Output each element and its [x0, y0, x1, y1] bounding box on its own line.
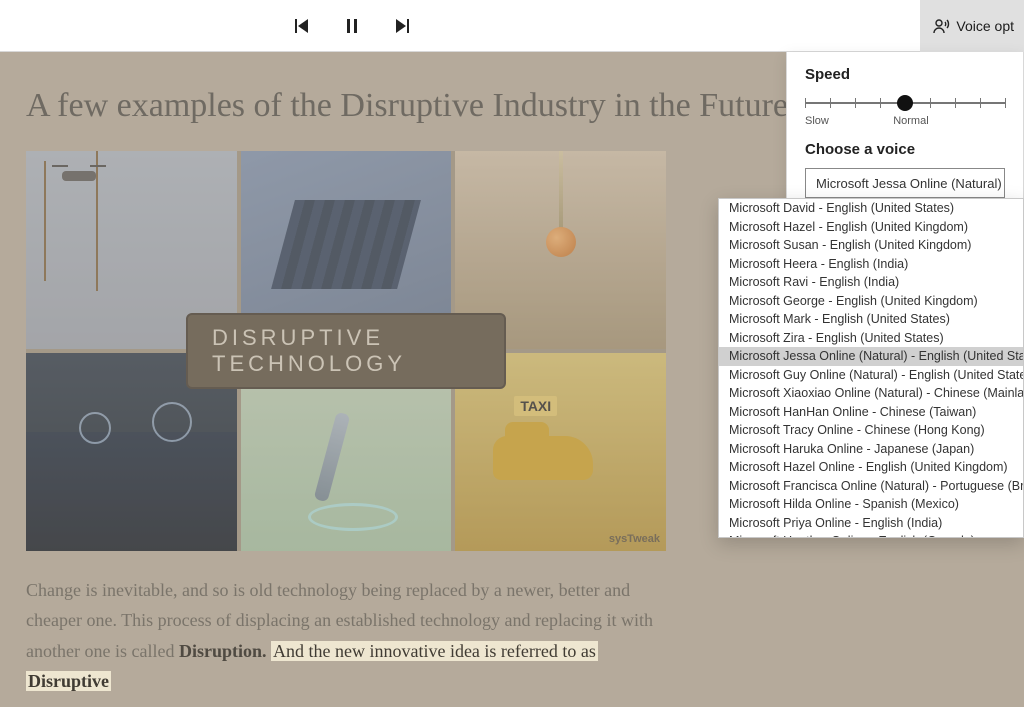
voice-select[interactable]: Microsoft Jessa Online (Natural) - Engl [805, 168, 1005, 198]
voice-option[interactable]: Microsoft Ravi - English (India) [719, 273, 1023, 292]
speed-slider[interactable] [805, 93, 1005, 113]
article-paragraph: Change is inevitable, and so is old tech… [26, 575, 686, 697]
previous-button[interactable] [290, 14, 314, 38]
slider-label-slow: Slow [805, 115, 829, 127]
voice-option[interactable]: Microsoft Haruka Online - Japanese (Japa… [719, 440, 1023, 459]
playback-controls [290, 0, 414, 52]
person-voice-icon [932, 17, 950, 35]
taxi-label: TAXI [514, 396, 557, 416]
voice-options-popover: Speed Slow Normal Choose a voice Microso… [786, 52, 1024, 205]
voice-dropdown-list[interactable]: Microsoft David - English (United States… [718, 198, 1024, 538]
voice-option[interactable]: Microsoft David - English (United States… [719, 199, 1023, 218]
voice-option[interactable]: Microsoft Heather Online - English (Cana… [719, 532, 1023, 538]
slider-labels: Slow Normal [805, 115, 1005, 127]
voice-option[interactable]: Microsoft HanHan Online - Chinese (Taiwa… [719, 403, 1023, 422]
voice-option[interactable]: Microsoft Priya Online - English (India) [719, 514, 1023, 533]
slider-thumb[interactable] [897, 95, 913, 111]
voice-option[interactable]: Microsoft Xiaoxiao Online (Natural) - Ch… [719, 384, 1023, 403]
voice-option[interactable]: Microsoft Jessa Online (Natural) - Engli… [719, 347, 1023, 366]
reader-current-sentence: And the new innovative idea is referred … [271, 641, 598, 661]
voice-option[interactable]: Microsoft Heera - English (India) [719, 255, 1023, 274]
reader-toolbar: Voice opt [0, 0, 1024, 52]
hero-banner-text: DISRUPTIVE TECHNOLOGY [186, 313, 506, 389]
voice-option[interactable]: Microsoft Guy Online (Natural) - English… [719, 366, 1023, 385]
voice-options-label: Voice opt [956, 18, 1014, 34]
voice-option[interactable]: Microsoft Hilda Online - Spanish (Mexico… [719, 495, 1023, 514]
voice-option[interactable]: Microsoft Hazel Online - English (United… [719, 458, 1023, 477]
voice-option[interactable]: Microsoft Tracy Online - Chinese (Hong K… [719, 421, 1023, 440]
voice-options-button[interactable]: Voice opt [920, 0, 1024, 52]
voice-option[interactable]: Microsoft Zira - English (United States) [719, 329, 1023, 348]
choose-voice-label: Choose a voice [805, 141, 1005, 158]
voice-option[interactable]: Microsoft Mark - English (United States) [719, 310, 1023, 329]
voice-option[interactable]: Microsoft George - English (United Kingd… [719, 292, 1023, 311]
highlight-disruption: Disruption. [179, 641, 267, 661]
highlight-disruptive: Disruptive [26, 671, 111, 691]
pause-button[interactable] [340, 14, 364, 38]
speed-label: Speed [805, 66, 1005, 83]
next-button[interactable] [390, 14, 414, 38]
voice-option[interactable]: Microsoft Hazel - English (United Kingdo… [719, 218, 1023, 237]
voice-option[interactable]: Microsoft Francisca Online (Natural) - P… [719, 477, 1023, 496]
voice-option[interactable]: Microsoft Susan - English (United Kingdo… [719, 236, 1023, 255]
slider-label-normal: Normal [893, 115, 928, 127]
hero-image-collage: TAXI sysTweak DISRUPTIVE TECHNOLOGY [26, 151, 666, 551]
hero-watermark: sysTweak [609, 533, 660, 545]
voice-select-value: Microsoft Jessa Online (Natural) - Engl [816, 176, 1005, 191]
